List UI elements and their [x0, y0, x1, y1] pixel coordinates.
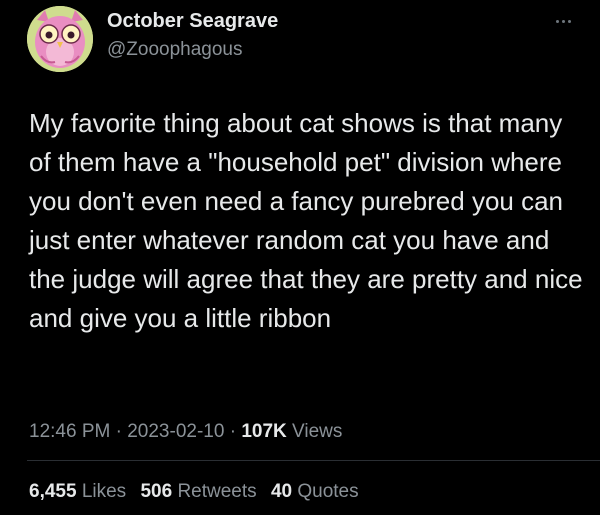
tweet-time[interactable]: 12:46 PM — [29, 421, 110, 442]
likes-label: Likes — [81, 481, 127, 502]
tweet-meta: 12:46 PM · 2023-02-10 · 107K Views — [29, 421, 342, 443]
more-options-icon[interactable] — [548, 10, 578, 32]
meta-separator: · — [229, 421, 237, 442]
more-dot — [561, 19, 565, 23]
tweet-date[interactable]: 2023-02-10 — [127, 421, 224, 442]
views-count: 107K — [241, 421, 287, 442]
quotes-label: Quotes — [297, 481, 359, 502]
more-dot — [567, 19, 571, 23]
likes-count: 6,455 — [29, 481, 77, 502]
pink-owl-avatar-icon — [27, 6, 93, 72]
more-dot — [555, 19, 559, 23]
display-name[interactable]: October Seagrave — [107, 10, 278, 33]
retweets-count: 506 — [140, 481, 173, 502]
user-handle[interactable]: @Zooophagous — [107, 39, 243, 61]
likes-stat[interactable]: 6,455 Likes — [29, 481, 126, 502]
tweet-card: October Seagrave @Zooophagous My favorit… — [0, 0, 600, 515]
divider — [27, 460, 600, 461]
engagement-stats: 6,455 Likes 506 Retweets 40 Quotes — [29, 481, 359, 503]
views-label: Views — [292, 421, 343, 442]
quotes-stat[interactable]: 40 Quotes — [271, 481, 359, 502]
avatar[interactable] — [27, 6, 93, 72]
retweets-stat[interactable]: 506 Retweets — [140, 481, 256, 502]
quotes-count: 40 — [270, 481, 293, 502]
retweets-label: Retweets — [177, 481, 257, 502]
tweet-text: My favorite thing about cat shows is tha… — [29, 108, 583, 333]
meta-separator: · — [115, 421, 122, 442]
